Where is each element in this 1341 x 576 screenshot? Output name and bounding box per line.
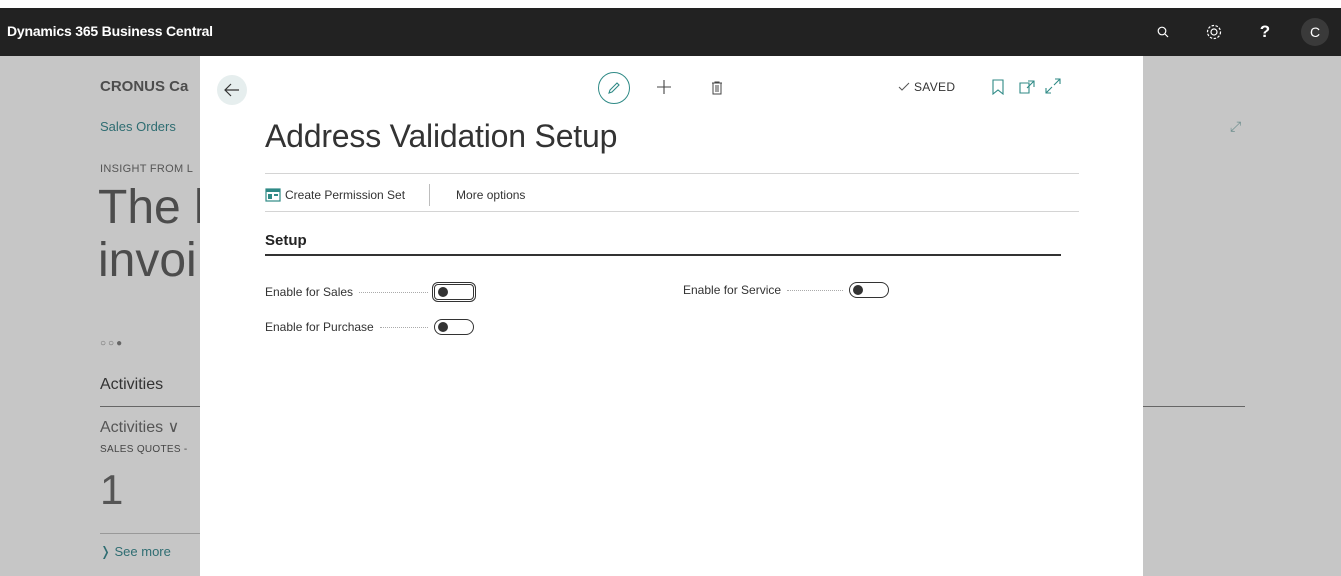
window-top-edge <box>0 0 1341 8</box>
bookmark-icon[interactable] <box>992 79 1008 97</box>
carousel-dots[interactable]: ○○● <box>100 338 124 349</box>
expand-icon[interactable]: ⤢ <box>1230 118 1241 135</box>
insight-headline-1: The l <box>98 181 205 234</box>
create-permission-set-label: Create Permission Set <box>285 188 406 202</box>
field-leader <box>359 291 428 293</box>
enable-for-service-toggle[interactable] <box>849 282 889 298</box>
see-more-link[interactable]: ❭ See more <box>100 544 171 560</box>
cue-underline <box>100 533 200 534</box>
page-title: Address Validation Setup <box>265 118 618 154</box>
enable-for-service-label: Enable for Service <box>683 283 782 297</box>
more-options-button[interactable]: More options <box>456 188 525 202</box>
enable-for-sales-toggle[interactable] <box>432 282 476 302</box>
app-title[interactable]: Dynamics 365 Business Central <box>7 23 213 39</box>
enable-for-purchase-field: Enable for Purchase <box>265 319 474 335</box>
activities-heading: Activities <box>100 376 164 393</box>
checkmark-icon <box>898 82 910 91</box>
enable-for-purchase-toggle[interactable] <box>434 319 474 335</box>
open-new-window-icon[interactable] <box>1019 80 1037 96</box>
new-button[interactable] <box>652 73 676 101</box>
enable-for-sales-label: Enable for Sales <box>265 285 354 299</box>
saved-label: SAVED <box>914 80 956 94</box>
insight-caption: INSIGHT FROM L <box>100 163 194 175</box>
action-bar: Create Permission Set More options <box>265 180 525 210</box>
section-divider <box>265 254 1061 256</box>
setup-section-title[interactable]: Setup <box>265 232 307 249</box>
edit-button[interactable] <box>598 72 630 104</box>
help-icon[interactable]: ? <box>1251 18 1279 46</box>
delete-button[interactable] <box>707 78 727 98</box>
address-validation-setup-dialog: SAVED Address Validation Setup Create Pe… <box>200 56 1143 576</box>
app-header: Dynamics 365 Business Central ? C <box>0 8 1341 56</box>
enable-for-purchase-label: Enable for Purchase <box>265 320 374 334</box>
enable-for-service-field: Enable for Service <box>683 282 889 298</box>
permission-set-icon <box>265 188 281 202</box>
search-icon[interactable] <box>1149 18 1177 46</box>
plus-icon <box>657 80 671 94</box>
sales-orders-link[interactable]: Sales Orders <box>100 119 176 134</box>
action-separator <box>429 184 431 206</box>
insight-headline-2: invoi <box>98 234 197 287</box>
company-name: CRONUS Ca <box>100 78 189 95</box>
expand-icon[interactable] <box>1045 78 1065 98</box>
field-leader <box>787 289 843 291</box>
back-button[interactable] <box>217 75 247 105</box>
field-leader <box>379 326 428 328</box>
trash-icon <box>712 81 722 95</box>
title-divider <box>265 173 1079 174</box>
sales-quotes-label: SALES QUOTES - <box>100 444 188 455</box>
pencil-icon <box>608 82 620 94</box>
gear-icon[interactable] <box>1200 18 1228 46</box>
saved-status: SAVED <box>898 80 955 94</box>
enable-for-sales-field: Enable for Sales <box>265 282 476 302</box>
activities-dropdown[interactable]: Activities ∨ <box>100 417 179 437</box>
sales-quotes-count[interactable]: 1 <box>100 466 123 514</box>
arrow-left-icon <box>224 83 239 97</box>
action-bar-divider <box>265 211 1079 212</box>
avatar[interactable]: C <box>1301 18 1329 46</box>
create-permission-set-action[interactable]: Create Permission Set <box>265 188 405 202</box>
